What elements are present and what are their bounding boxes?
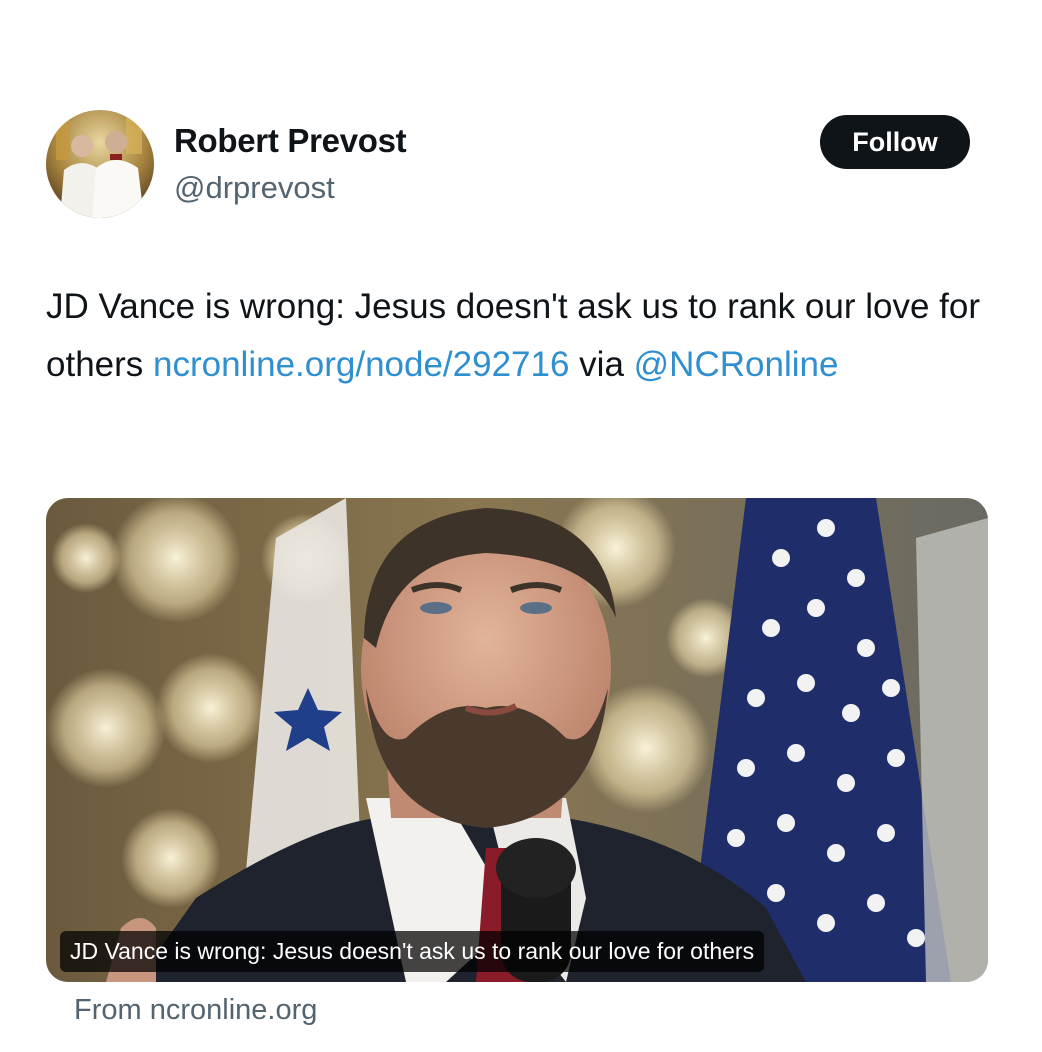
author-handle[interactable]: @drprevost (174, 170, 335, 206)
tweet-link[interactable]: ncronline.org/node/292716 (153, 345, 569, 384)
mention-link[interactable]: @NCRonline (634, 345, 839, 384)
tweet-text-part: via (569, 345, 634, 384)
card-image (46, 498, 988, 982)
author-display-name[interactable]: Robert Prevost (174, 122, 407, 160)
tweet-text: JD Vance is wrong: Jesus doesn't ask us … (46, 278, 1006, 394)
author-avatar[interactable] (46, 110, 154, 218)
follow-button[interactable]: Follow (820, 115, 970, 169)
tweet-card: Robert Prevost @drprevost Follow JD Vanc… (0, 0, 1042, 1052)
card-source[interactable]: From ncronline.org (74, 994, 317, 1027)
link-preview-card[interactable]: JD Vance is wrong: Jesus doesn't ask us … (46, 498, 988, 982)
card-caption: JD Vance is wrong: Jesus doesn't ask us … (60, 931, 765, 972)
